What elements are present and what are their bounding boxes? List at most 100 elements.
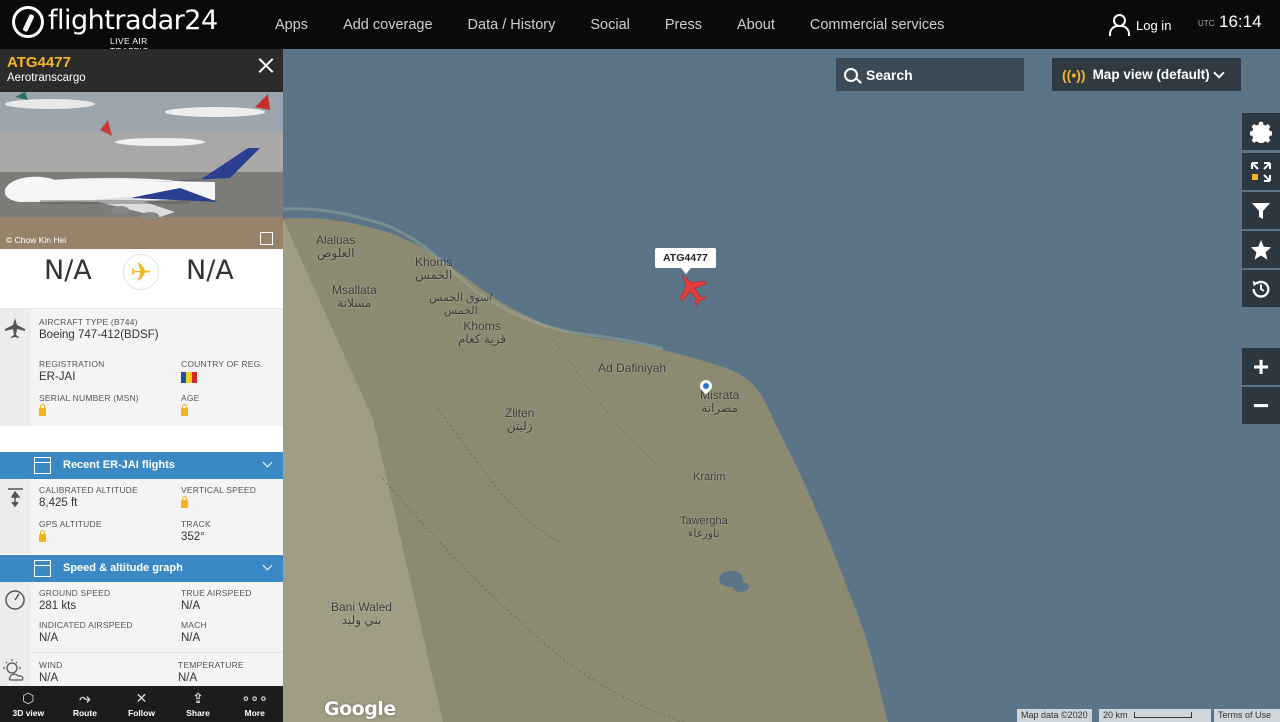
logo-icon (12, 6, 44, 38)
map-canvas[interactable]: Alaluas العلوص Khoms الخمس Msallata مسلاتة … (283, 49, 1280, 722)
calibrated-altitude-label: CALIBRATED ALTITUDE (39, 485, 138, 495)
map-label-souq-al-khoms: سوق الخمس/الخمس (429, 292, 493, 317)
destination-airport[interactable]: N/A (186, 255, 234, 286)
recent-flights-bar[interactable]: Recent ER-JAI flights (0, 452, 283, 479)
nav-about[interactable]: About (737, 17, 775, 33)
map-label-ad-dafiniyah: Ad Dafiniyah (598, 361, 667, 375)
map-label-msallata: Msallata مسلاتة (332, 283, 377, 310)
recent-flights-label: Recent ER-JAI flights (63, 459, 175, 471)
ground-speed-value: 281 kts (39, 600, 77, 612)
gear-icon (1250, 121, 1272, 143)
indicated-airspeed-field: INDICATED AIRSPEED N/A (39, 620, 133, 644)
chevron-down-icon (262, 560, 273, 571)
scale-label: 20 km (1103, 710, 1128, 720)
country-field: COUNTRY OF REG. (181, 359, 263, 383)
lock-icon[interactable] (181, 496, 188, 508)
route-button[interactable]: ⤳ Route (57, 686, 114, 722)
terms-link[interactable]: Terms of Use (1214, 709, 1280, 722)
route-label: Route (72, 708, 97, 718)
user-icon (1108, 14, 1130, 36)
true-airspeed-field: TRUE AIRSPEED N/A (181, 588, 252, 612)
speed-altitude-graph-bar[interactable]: Speed & altitude graph (0, 555, 283, 582)
brand-name: flightradar24 (48, 5, 218, 36)
photo-credit[interactable]: © Chow Kin Hei (6, 235, 66, 245)
zoom-in-button[interactable]: + (1242, 348, 1280, 385)
cube-icon: ⬡ (22, 690, 35, 706)
history-icon (1252, 280, 1270, 298)
airplane-icon: ✈ (123, 254, 159, 290)
map-view-dropdown[interactable]: ((•)) Map view (default) (1052, 58, 1241, 91)
lock-icon[interactable] (39, 404, 46, 416)
indicated-airspeed-label: INDICATED AIRSPEED (39, 620, 133, 630)
route-icon: ⤳ (79, 690, 91, 706)
map-label-alaluas: Alaluas العلوص (316, 233, 356, 260)
map-scale: 20 km (1099, 709, 1211, 722)
track-value: 352° (181, 531, 205, 543)
main-nav: Apps Add coverage Data / History Social … (275, 0, 979, 49)
lock-icon[interactable] (39, 530, 46, 542)
speed-section: GROUND SPEED 281 kts TRUE AIRSPEED N/A I… (0, 582, 283, 686)
close-icon[interactable] (258, 57, 274, 73)
wind-field: WIND N/A (39, 660, 62, 684)
serial-number-label: SERIAL NUMBER (MSN) (39, 393, 139, 403)
nav-commercial-services[interactable]: Commercial services (810, 17, 945, 33)
3d-view-label: 3D view (12, 708, 45, 718)
nav-data-history[interactable]: Data / History (468, 17, 556, 33)
graph-icon (34, 560, 51, 577)
ground-speed-field: GROUND SPEED 281 kts (39, 588, 110, 612)
mach-label: MACH (181, 620, 207, 630)
temperature-label: TEMPERATURE (178, 660, 244, 670)
registration-field: REGISTRATION ER-JAI (39, 359, 105, 383)
brand-logo[interactable]: flightradar24 LIVE AIR TRAFFIC (12, 5, 218, 56)
aircraft-icon (5, 318, 25, 338)
calibrated-altitude-field: CALIBRATED ALTITUDE 8,425 ft (39, 485, 138, 509)
zoom-out-button[interactable]: − (1242, 387, 1280, 424)
weather-icon (3, 659, 24, 681)
follow-button[interactable]: ✕ Follow (113, 686, 170, 722)
flight-label[interactable]: ATG4477 (655, 248, 716, 274)
mach-field: MACH N/A (181, 620, 207, 644)
origin-airport[interactable]: N/A (44, 255, 92, 286)
external-link-icon[interactable] (260, 232, 273, 245)
fullscreen-button[interactable] (1242, 153, 1280, 190)
map-data-attribution: Map data ©2020 (1017, 709, 1092, 722)
temperature-value: N/A (178, 672, 198, 684)
more-button[interactable]: ∘∘∘ More (226, 686, 283, 722)
route-section: N/A ✈ N/A (0, 249, 283, 309)
nav-apps[interactable]: Apps (275, 17, 308, 33)
registration-value: ER-JAI (39, 371, 76, 383)
spacer (0, 426, 283, 452)
login-button[interactable]: Log in (1108, 14, 1171, 36)
share-icon: ⇪ (192, 690, 204, 706)
map-label-krarim: Krarim (693, 471, 726, 483)
age-field: AGE (181, 393, 200, 421)
settings-button[interactable] (1242, 113, 1280, 150)
altitude-section: CALIBRATED ALTITUDE 8,425 ft VERTICAL SP… (0, 479, 283, 554)
aircraft-info-section: AIRCRAFT TYPE (B744) Boeing 747-412(BDSF… (0, 309, 283, 426)
aircraft-type-code: (B744) (110, 317, 138, 327)
divider (31, 652, 283, 653)
filter-icon (1252, 202, 1270, 219)
calibrated-altitude-value: 8,425 ft (39, 497, 78, 509)
3d-view-button[interactable]: ⬡ 3D view (0, 686, 57, 722)
map-label-bani-waled: Bani Waled بني وليد (331, 600, 392, 627)
search-button[interactable]: Search (836, 58, 1024, 91)
nav-social[interactable]: Social (590, 17, 630, 33)
share-button[interactable]: ⇪ Share (170, 686, 227, 722)
temperature-field: TEMPERATURE N/A (178, 660, 244, 684)
favorites-button[interactable] (1242, 231, 1280, 268)
vertical-speed-field: VERTICAL SPEED (181, 485, 256, 513)
map-label-khoms: Khoms الخمس (415, 255, 453, 282)
altitude-icon (8, 488, 23, 508)
filter-button[interactable] (1242, 192, 1280, 229)
nav-press[interactable]: Press (665, 17, 702, 33)
broadcast-icon: ((•)) (1062, 66, 1086, 83)
playback-button[interactable] (1242, 270, 1280, 307)
true-airspeed-value: N/A (181, 600, 201, 612)
lock-icon[interactable] (181, 404, 188, 416)
utc-clock: 16:14 (1219, 12, 1262, 31)
wind-value: N/A (39, 672, 59, 684)
gps-altitude-label: GPS ALTITUDE (39, 519, 102, 529)
nav-add-coverage[interactable]: Add coverage (343, 17, 432, 33)
aircraft-photo[interactable]: © Chow Kin Hei (0, 92, 283, 249)
